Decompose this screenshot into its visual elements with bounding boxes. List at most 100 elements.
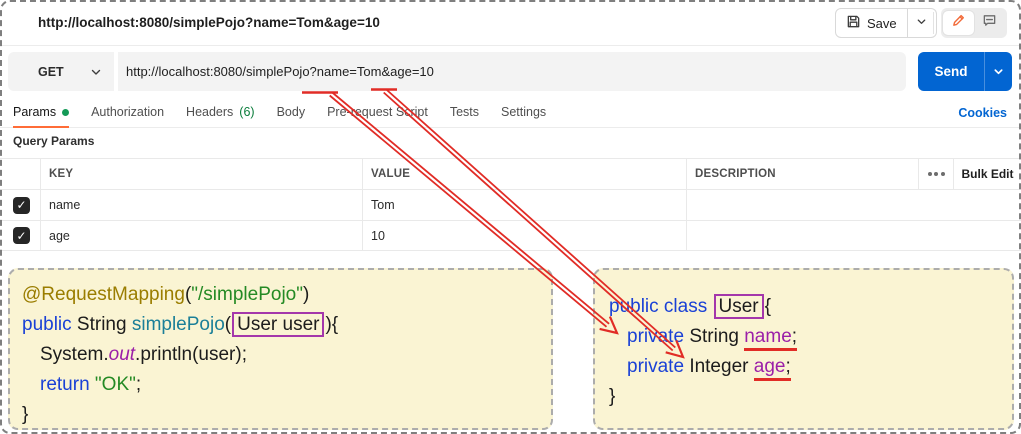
request-title: http://localhost:8080/simplePojo?name=To…: [38, 15, 380, 30]
edit-comment-toggle: [941, 8, 1007, 38]
row-checkbox-cell: ✓: [0, 221, 40, 250]
code-token: String: [689, 326, 745, 347]
tab-pre-request-script[interactable]: Pre-request Script: [327, 97, 428, 127]
tab-label: Settings: [501, 105, 547, 119]
more-options-icon[interactable]: [918, 159, 953, 189]
code-token: }: [22, 404, 29, 425]
table-row: ✓ age 10: [0, 220, 1021, 251]
code-line: private String name;: [609, 322, 998, 352]
column-header-key: KEY: [40, 159, 362, 189]
code-token: {: [764, 296, 771, 317]
code-line: }: [22, 400, 539, 430]
comment-mode-button[interactable]: [974, 11, 1005, 35]
underlined-token: age: [753, 356, 786, 381]
code-line: public String simplePojo(User user){: [22, 310, 539, 340]
underlined-token: name: [744, 326, 792, 351]
code-token: public: [22, 314, 77, 335]
column-header-description: DESCRIPTION: [686, 159, 918, 189]
save-split-button: Save: [835, 8, 937, 38]
code-token: ): [302, 284, 310, 305]
tab-headers[interactable]: Headers (6): [186, 97, 255, 127]
chevron-down-icon: [916, 14, 927, 32]
tab-body[interactable]: Body: [277, 97, 306, 127]
section-title: Query Params: [13, 134, 95, 148]
key-cell[interactable]: age: [40, 221, 362, 250]
pencil-icon: [951, 13, 966, 33]
code-token: ){: [325, 314, 339, 335]
row-checkbox-cell: ✓: [0, 190, 40, 220]
code-line: return "OK";: [22, 370, 539, 400]
save-button[interactable]: Save: [835, 8, 908, 38]
code-token: }: [609, 386, 616, 407]
tab-label: Tests: [449, 105, 479, 119]
description-cell[interactable]: [686, 221, 1021, 250]
url-field: [118, 52, 906, 91]
code-line: System.out.println(user);: [22, 340, 539, 370]
key-cell[interactable]: name: [40, 190, 362, 220]
method-select[interactable]: GET: [8, 52, 114, 91]
send-button[interactable]: Send: [918, 52, 1012, 91]
tab-settings[interactable]: Settings: [501, 97, 546, 127]
row-checkbox[interactable]: ✓: [13, 227, 30, 244]
postman-window: http://localhost:8080/simplePojo?name=To…: [0, 0, 1021, 434]
code-token: out: [108, 344, 136, 365]
table-header-row: KEY VALUE DESCRIPTION Bulk Edit: [0, 158, 1021, 189]
column-header-value: VALUE: [362, 159, 686, 189]
table-row: ✓ name Tom: [0, 189, 1021, 220]
tab-label: Params: [13, 105, 57, 119]
underlined-token: ;: [785, 356, 791, 381]
request-tabs: Params Authorization Headers (6) Body Pr…: [0, 97, 1021, 128]
code-token: .println(user);: [135, 344, 247, 365]
code-token: String: [76, 314, 132, 335]
bulk-edit-button[interactable]: Bulk Edit: [953, 159, 1021, 189]
code-line: }: [609, 382, 998, 412]
description-cell[interactable]: [686, 190, 1021, 220]
chevron-down-icon: [90, 66, 102, 78]
code-token: Integer: [689, 356, 754, 377]
code-token: public class: [609, 296, 713, 317]
value-cell[interactable]: 10: [362, 221, 686, 250]
tab-tests[interactable]: Tests: [450, 97, 479, 127]
row-checkbox[interactable]: ✓: [13, 196, 30, 214]
request-title-bar: http://localhost:8080/simplePojo?name=To…: [0, 0, 1021, 46]
code-token: (: [224, 314, 232, 335]
method-label: GET: [38, 64, 64, 79]
code-line: public class User{: [609, 292, 998, 322]
cookies-link[interactable]: Cookies: [958, 97, 1007, 128]
tab-label: Headers: [186, 105, 234, 119]
code-token: return: [40, 374, 95, 395]
edit-mode-button[interactable]: [943, 11, 974, 35]
value-cell[interactable]: Tom: [362, 190, 686, 220]
code-token: @RequestMapping: [22, 284, 185, 305]
headers-count-badge: (6): [239, 105, 255, 119]
url-input[interactable]: [118, 52, 906, 91]
save-button-label: Save: [867, 15, 897, 31]
unsaved-params-dot: [62, 108, 70, 116]
tab-authorization[interactable]: Authorization: [91, 97, 164, 127]
code-line: private Integer age;: [609, 352, 998, 382]
underlined-token: ;: [791, 326, 798, 351]
tab-params[interactable]: Params: [13, 97, 70, 128]
three-dots-icon: [927, 172, 945, 176]
toolbar-divider: [933, 12, 934, 34]
code-token: "/simplePojo": [191, 284, 303, 305]
send-options-button[interactable]: [984, 52, 1012, 91]
highlight-boxed-token: User user: [232, 312, 325, 337]
code-token: private: [627, 326, 690, 347]
query-params-table: KEY VALUE DESCRIPTION Bulk Edit ✓ name T…: [0, 158, 1021, 251]
save-icon: [846, 14, 861, 32]
highlight-boxed-token: User: [713, 294, 764, 319]
tab-label: Pre-request Script: [327, 105, 428, 119]
controller-code-snippet: @RequestMapping("/simplePojo") public Str…: [8, 268, 553, 430]
code-token: ;: [135, 374, 142, 395]
code-token: "OK": [94, 374, 136, 395]
code-token: simplePojo: [131, 314, 225, 335]
code-token: private: [627, 356, 690, 377]
header-checkbox-cell: [0, 159, 40, 189]
send-button-label: Send: [934, 64, 968, 79]
user-pojo-code-snippet: public class User{private String name; pr…: [593, 268, 1014, 430]
code-line: @RequestMapping("/simplePojo"): [22, 280, 539, 310]
code-token: System.: [40, 344, 109, 365]
tab-label: Authorization: [91, 105, 165, 119]
comment-icon: [982, 13, 997, 33]
